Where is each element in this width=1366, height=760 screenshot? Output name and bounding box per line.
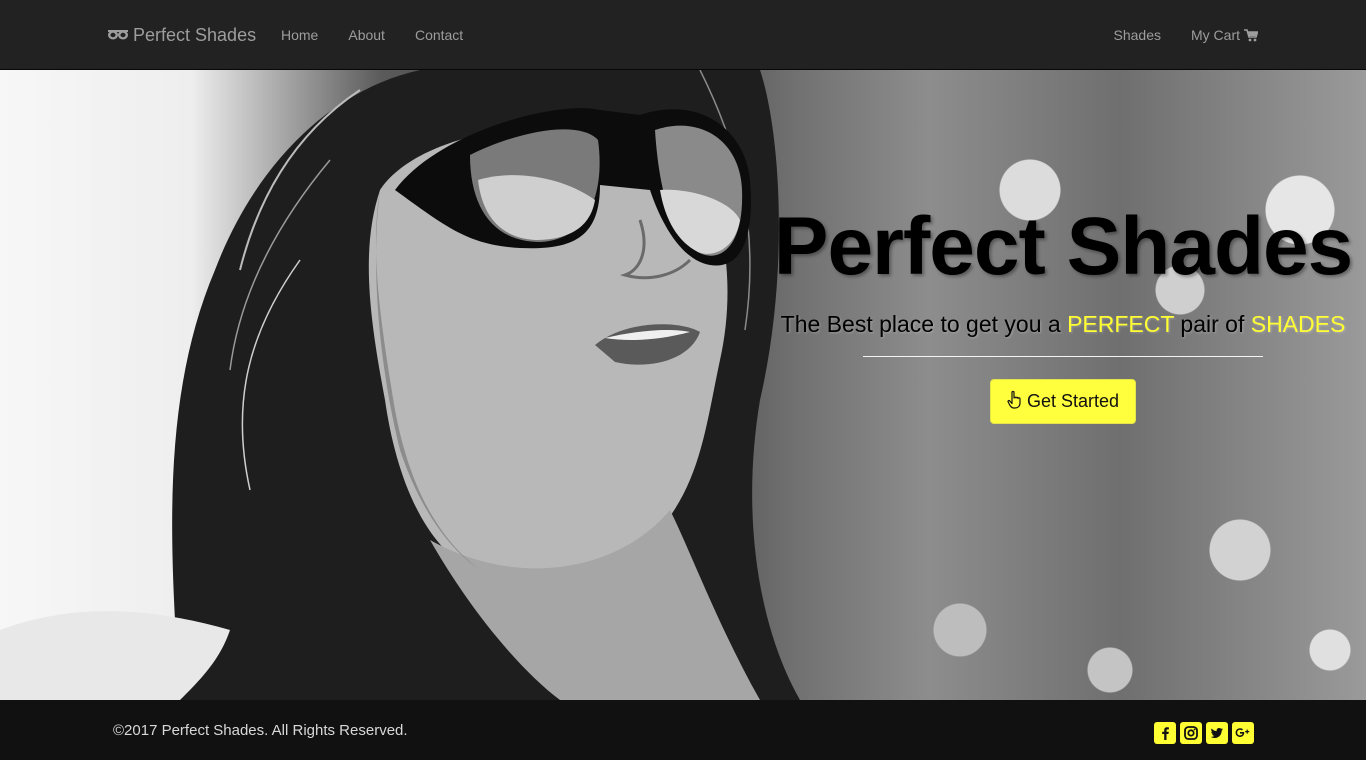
- copyright-text: ©2017 Perfect Shades. All Rights Reserve…: [113, 721, 408, 739]
- instagram-icon[interactable]: [1180, 722, 1202, 744]
- tagline-highlight-shades: SHADES: [1250, 311, 1346, 337]
- brand-link[interactable]: Perfect Shades: [107, 0, 256, 70]
- twitter-icon[interactable]: [1206, 722, 1228, 744]
- tagline-part1: The Best place to get you a: [780, 311, 1068, 337]
- hero-divider: [863, 356, 1263, 357]
- navbar: Perfect Shades Home About Contact Shades…: [0, 0, 1366, 70]
- hero-content: Perfect Shades The Best place to get you…: [774, 70, 1353, 424]
- nav-link-about[interactable]: About: [333, 0, 400, 70]
- nav-link-shades[interactable]: Shades: [1099, 0, 1176, 70]
- tagline-highlight-perfect: PERFECT: [1067, 311, 1175, 337]
- footer: ©2017 Perfect Shades. All Rights Reserve…: [0, 700, 1366, 760]
- google-plus-icon[interactable]: [1232, 722, 1254, 744]
- facebook-icon[interactable]: [1154, 722, 1176, 744]
- sunglasses-icon: [107, 28, 129, 42]
- nav-link-home[interactable]: Home: [266, 0, 333, 70]
- hand-pointer-icon: [1007, 390, 1023, 414]
- shopping-cart-icon: [1244, 28, 1258, 42]
- nav-right: Shades My Cart: [1099, 0, 1273, 70]
- get-started-button[interactable]: Get Started: [990, 379, 1136, 424]
- hero-section: Perfect Shades The Best place to get you…: [0, 70, 1366, 700]
- tagline-part2: pair of: [1174, 311, 1251, 337]
- nav-link-contact[interactable]: Contact: [400, 0, 478, 70]
- hero-tagline: The Best place to get you a PERFECT pair…: [781, 310, 1346, 338]
- get-started-label: Get Started: [1026, 391, 1120, 411]
- nav-link-cart[interactable]: My Cart: [1176, 0, 1273, 70]
- cart-label: My Cart: [1191, 27, 1240, 43]
- brand-label: Perfect Shades: [133, 24, 257, 45]
- social-links: [1154, 722, 1254, 744]
- hero-title: Perfect Shades: [773, 201, 1353, 292]
- nav-left: Home About Contact: [266, 0, 478, 70]
